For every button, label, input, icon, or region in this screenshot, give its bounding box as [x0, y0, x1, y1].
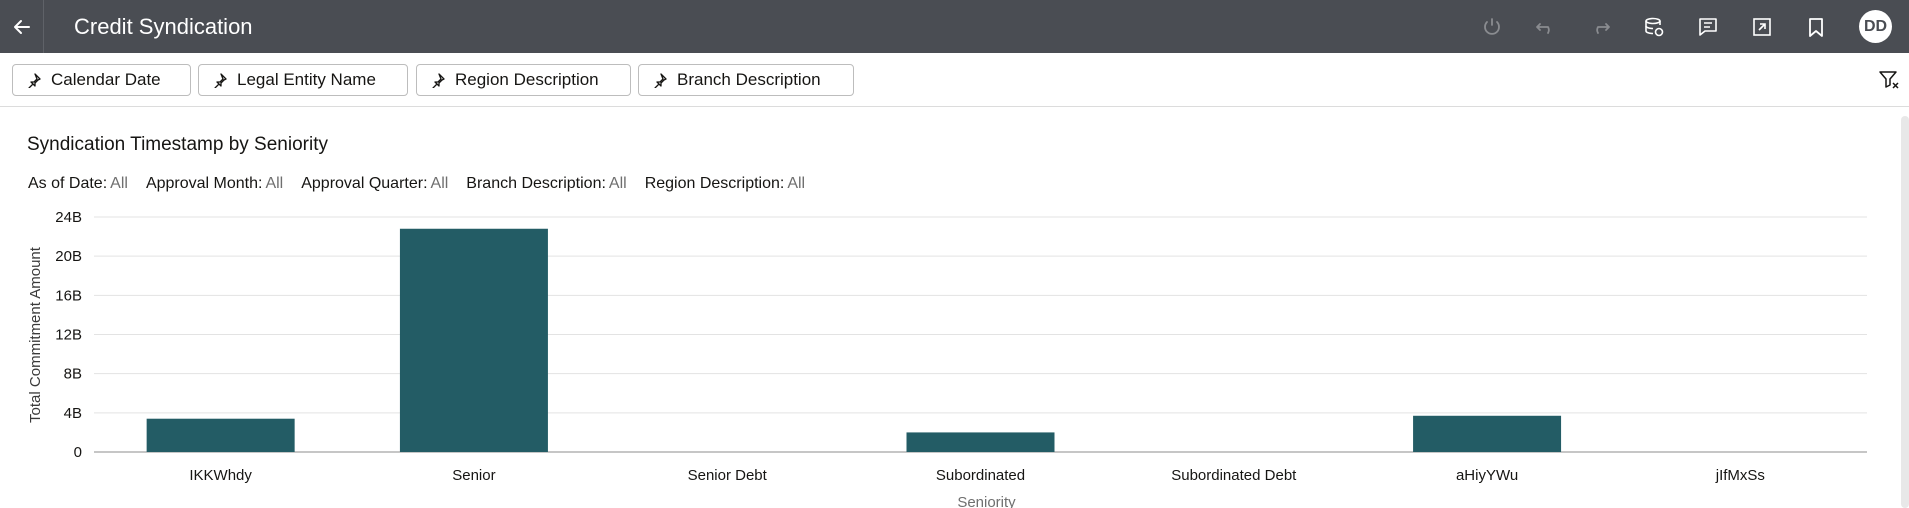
filter-pill-calendar-date[interactable]: Calendar Date	[12, 64, 191, 96]
refresh-button[interactable]	[1476, 11, 1508, 43]
x-tick-label: IKKWhdy	[189, 467, 252, 484]
refresh-icon	[1484, 18, 1500, 35]
x-tick-label: Senior	[452, 467, 495, 484]
x-tick-label: Senior Debt	[688, 467, 768, 484]
x-tick-label: Subordinated Debt	[1171, 467, 1297, 484]
y-tick-label: 8B	[64, 366, 82, 383]
panel-scrollbar[interactable]	[1901, 116, 1909, 508]
undo-button[interactable]	[1530, 11, 1562, 43]
comments-icon	[1699, 18, 1717, 36]
comments-button[interactable]	[1692, 11, 1724, 43]
data-refresh-icon	[1645, 17, 1664, 37]
y-tick-label: 16B	[55, 287, 82, 304]
x-tick-label: aHiyYWu	[1456, 467, 1518, 484]
present-icon	[1753, 18, 1771, 36]
y-tick-label: 12B	[55, 327, 82, 344]
y-tick-label: 24B	[55, 209, 82, 226]
user-avatar[interactable]: DD	[1859, 10, 1892, 43]
filter-clear-icon	[1879, 71, 1899, 89]
y-tick-label: 20B	[55, 248, 82, 265]
pin-icon	[651, 71, 669, 89]
app-title: Credit Syndication	[74, 14, 253, 39]
present-button[interactable]	[1746, 11, 1778, 43]
redo-button[interactable]	[1584, 11, 1616, 43]
pin-icon	[211, 71, 229, 89]
filter-pill-label: Legal Entity Name	[237, 70, 376, 89]
bar-chart[interactable]: 0 4B 8B 12B 16B 20B 24B IKKWhdy Senior Senior Deb…	[0, 108, 1900, 508]
bar[interactable]	[399, 228, 548, 452]
filter-pill-region-description[interactable]: Region Description	[416, 64, 631, 96]
undo-icon	[1536, 23, 1550, 34]
filter-pill-label: Calendar Date	[51, 70, 161, 89]
pin-icon	[429, 71, 447, 89]
bar[interactable]	[906, 432, 1055, 452]
back-arrow-icon	[13, 19, 30, 34]
y-axis-title: Total Commitment Amount	[27, 246, 44, 423]
filter-pill-label: Region Description	[455, 70, 599, 89]
y-tick-label: 4B	[64, 405, 82, 422]
filter-bar: Calendar Date Legal Entity Name Region D…	[0, 53, 1909, 107]
bookmark-icon	[1809, 18, 1823, 37]
bookmark-button[interactable]	[1800, 11, 1832, 43]
x-tick-label: Subordinated	[936, 467, 1025, 484]
app-header: Credit Syndication DD	[0, 0, 1909, 53]
filter-pill-legal-entity-name[interactable]: Legal Entity Name	[198, 64, 408, 96]
redo-icon	[1596, 23, 1610, 34]
data-refresh-button[interactable]	[1638, 11, 1670, 43]
x-axis-title: Seniority	[957, 494, 1016, 508]
filter-clear-button[interactable]	[1876, 67, 1902, 93]
filter-pill-branch-description[interactable]: Branch Description	[638, 64, 854, 96]
pin-icon	[25, 71, 43, 89]
bar[interactable]	[146, 418, 295, 452]
x-tick-label: jIfMxSs	[1715, 467, 1765, 484]
bar[interactable]	[1413, 415, 1562, 452]
filter-pill-label: Branch Description	[677, 70, 821, 89]
y-tick-label: 0	[74, 444, 82, 461]
back-button[interactable]	[0, 0, 44, 53]
